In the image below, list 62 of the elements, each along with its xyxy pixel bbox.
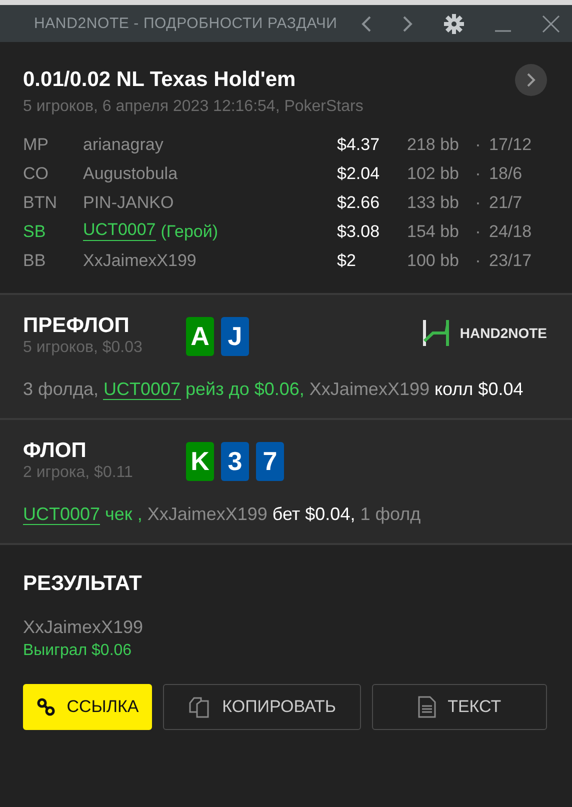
back-icon[interactable] — [360, 14, 372, 32]
hand-title: 0.01/0.02 NL Texas Hold'em — [23, 68, 296, 92]
separator-dot: · — [474, 192, 482, 214]
separator-dot: · — [474, 163, 482, 185]
action-line: 3 фолда, UCT0007 рейз до $0.06, XxJaimexX199 колл $0.04 — [23, 378, 524, 402]
playing-card: 7 — [256, 442, 284, 481]
stack-bb: 102 bb — [407, 163, 460, 185]
stack-amount: $4.37 — [337, 134, 381, 156]
player-link[interactable]: UCT0007 — [23, 504, 100, 525]
playing-card: 3 — [221, 442, 249, 481]
copy-icon — [188, 696, 210, 718]
link-icon — [36, 698, 55, 716]
player-stats: 24/18 — [489, 221, 533, 243]
player-name: XxJaimexX199 — [83, 250, 196, 272]
hand-info: 5 игроков, 6 апреля 2023 12:16:54, PokerStars — [23, 98, 364, 116]
street-info: 2 игрока, $0.11 — [23, 464, 134, 482]
result-title: РЕЗУЛЬТАТ — [23, 571, 143, 597]
forward-icon[interactable] — [402, 14, 414, 32]
playing-card: A — [186, 317, 214, 356]
separator-dot: · — [474, 221, 482, 243]
playing-card: J — [221, 317, 249, 356]
stack-bb: 100 bb — [407, 250, 460, 272]
position-label: MP — [23, 134, 50, 156]
stack-bb: 133 bb — [407, 192, 460, 214]
player-link[interactable]: UCT0007 — [103, 379, 181, 400]
player-stats: 23/17 — [489, 250, 533, 272]
player-link[interactable]: UCT0007 — [83, 219, 156, 241]
stack-amount: $3.08 — [337, 221, 381, 243]
action-line: UCT0007 чек , XxJaimexX199 бет $0.04, 1 фолд — [23, 503, 422, 527]
stack-bb: 218 bb — [407, 134, 460, 156]
stack-amount: $2 — [337, 250, 357, 272]
hero-label: (Герой) — [160, 221, 218, 243]
link-button[interactable]: ССЫЛКА — [23, 684, 152, 730]
logo: HAND2NOTE — [422, 319, 547, 347]
player-name: Augustobula — [83, 163, 178, 185]
text-button[interactable]: ТЕКСТ — [372, 684, 547, 730]
street-info: 5 игроков, $0.03 — [23, 339, 144, 357]
stack-amount: $2.66 — [337, 192, 381, 214]
next-icon[interactable] — [515, 64, 547, 96]
window-title: HAND2NOTE - ПОДРОБНОСТИ РАЗДАЧИ — [34, 15, 338, 32]
position-label: CO — [23, 163, 50, 185]
position-label: BTN — [23, 192, 58, 214]
winner-name: XxJaimexX199 — [23, 617, 144, 638]
settings-icon[interactable] — [444, 14, 464, 34]
player-name: arianagray — [83, 134, 164, 156]
player-stats: 18/6 — [489, 163, 524, 185]
position-label: SB — [23, 221, 47, 243]
playing-card: K — [186, 442, 214, 481]
separator-dot: · — [474, 134, 482, 156]
separator-dot: · — [474, 250, 482, 272]
win-amount: Выиграл $0.06 — [23, 642, 133, 660]
street-title: ФЛОП — [23, 438, 88, 464]
copy-button[interactable]: КОПИРОВАТЬ — [163, 684, 361, 730]
position-label: BB — [23, 250, 47, 272]
document-icon — [418, 696, 436, 718]
stack-amount: $2.04 — [337, 163, 381, 185]
player-stats: 21/7 — [489, 192, 524, 214]
close-icon[interactable] — [542, 14, 560, 32]
street-title: ПРЕФЛОП — [23, 313, 130, 339]
player-stats: 17/12 — [489, 134, 533, 156]
stack-bb: 154 bb — [407, 221, 460, 243]
player-name: PIN-JANKO — [83, 192, 174, 214]
